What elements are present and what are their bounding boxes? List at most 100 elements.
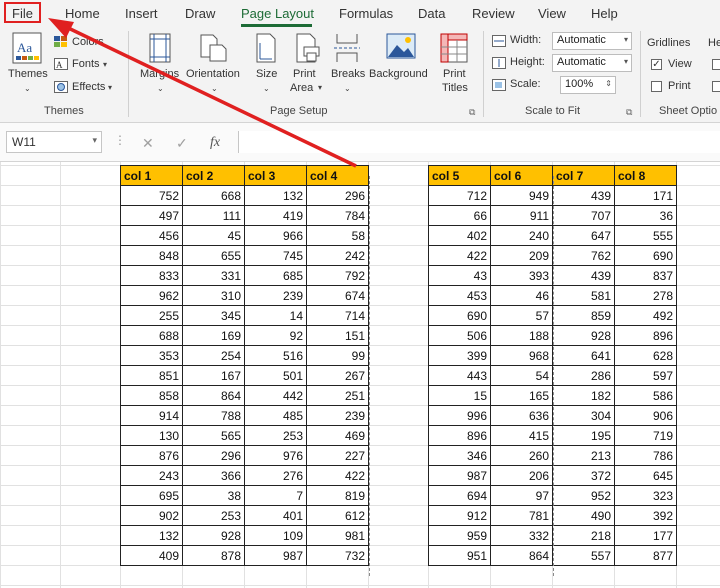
table-cell[interactable]: 959 — [428, 525, 491, 546]
table-cell[interactable]: 732 — [306, 545, 369, 566]
formula-input[interactable] — [238, 131, 720, 153]
table-cell[interactable]: 132 — [120, 525, 183, 546]
table-cell[interactable]: 469 — [306, 425, 369, 446]
table-cell[interactable]: 612 — [306, 505, 369, 526]
table-cell[interactable]: 111 — [182, 205, 245, 226]
table-cell[interactable]: 304 — [552, 405, 615, 426]
table-cell[interactable]: 712 — [428, 185, 491, 206]
table-cell[interactable]: 422 — [306, 465, 369, 486]
tab-data[interactable]: Data — [418, 6, 445, 21]
table-cell[interactable]: 167 — [182, 365, 245, 386]
table-cell[interactable]: 206 — [490, 465, 553, 486]
table-cell[interactable]: 331 — [182, 265, 245, 286]
table-cell[interactable]: 565 — [182, 425, 245, 446]
table-cell[interactable]: 555 — [614, 225, 677, 246]
table-cell[interactable]: 864 — [490, 545, 553, 566]
enter-icon[interactable]: ✓ — [176, 135, 188, 152]
tab-home[interactable]: Home — [65, 6, 100, 21]
table-cell[interactable]: 996 — [428, 405, 491, 426]
column-header[interactable]: col 6 — [490, 165, 553, 186]
table-cell[interactable]: 745 — [244, 245, 307, 266]
table-cell[interactable]: 177 — [614, 525, 677, 546]
table-cell[interactable]: 647 — [552, 225, 615, 246]
table-cell[interactable]: 43 — [428, 265, 491, 286]
table-cell[interactable]: 928 — [182, 525, 245, 546]
table-cell[interactable]: 439 — [552, 185, 615, 206]
table-cell[interactable]: 401 — [244, 505, 307, 526]
table-cell[interactable]: 837 — [614, 265, 677, 286]
table-cell[interactable]: 402 — [428, 225, 491, 246]
tab-formulas[interactable]: Formulas — [339, 6, 393, 21]
table-cell[interactable]: 195 — [552, 425, 615, 446]
table-cell[interactable]: 586 — [614, 385, 677, 406]
table-cell[interactable]: 353 — [120, 345, 183, 366]
table-cell[interactable]: 399 — [428, 345, 491, 366]
table-cell[interactable]: 442 — [244, 385, 307, 406]
table-cell[interactable]: 14 — [244, 305, 307, 326]
table-cell[interactable]: 213 — [552, 445, 615, 466]
table-cell[interactable]: 914 — [120, 405, 183, 426]
table-cell[interactable]: 254 — [182, 345, 245, 366]
table-cell[interactable]: 878 — [182, 545, 245, 566]
table-cell[interactable]: 278 — [614, 285, 677, 306]
table-cell[interactable]: 896 — [428, 425, 491, 446]
table-cell[interactable]: 858 — [120, 385, 183, 406]
table-cell[interactable]: 859 — [552, 305, 615, 326]
table-cell[interactable]: 332 — [490, 525, 553, 546]
column-header[interactable]: col 7 — [552, 165, 615, 186]
table-cell[interactable]: 762 — [552, 245, 615, 266]
width-select[interactable]: Automatic ▾ — [552, 32, 632, 50]
table-cell[interactable]: 987 — [244, 545, 307, 566]
table-cell[interactable]: 792 — [306, 265, 369, 286]
table-cell[interactable]: 506 — [428, 325, 491, 346]
table-cell[interactable]: 99 — [306, 345, 369, 366]
column-header[interactable]: col 8 — [614, 165, 677, 186]
column-header[interactable]: col 3 — [244, 165, 307, 186]
table-cell[interactable]: 242 — [306, 245, 369, 266]
table-cell[interactable]: 714 — [306, 305, 369, 326]
table-cell[interactable]: 286 — [552, 365, 615, 386]
chevron-down-icon[interactable]: ▾ — [92, 135, 97, 146]
table-cell[interactable]: 981 — [306, 525, 369, 546]
table-cell[interactable]: 54 — [490, 365, 553, 386]
table-cell[interactable]: 786 — [614, 445, 677, 466]
table-cell[interactable]: 253 — [182, 505, 245, 526]
page-setup-launcher-icon[interactable]: ⧉ — [469, 107, 475, 118]
insert-function-icon[interactable]: fx — [210, 135, 220, 151]
table-cell[interactable]: 876 — [120, 445, 183, 466]
table-cell[interactable]: 896 — [614, 325, 677, 346]
table-cell[interactable]: 409 — [120, 545, 183, 566]
table-cell[interactable]: 668 — [182, 185, 245, 206]
table-cell[interactable]: 276 — [244, 465, 307, 486]
tab-page-layout[interactable]: Page Layout — [241, 6, 314, 21]
table-cell[interactable]: 987 — [428, 465, 491, 486]
table-cell[interactable]: 66 — [428, 205, 491, 226]
table-cell[interactable]: 227 — [306, 445, 369, 466]
table-cell[interactable]: 323 — [614, 485, 677, 506]
table-cell[interactable]: 296 — [306, 185, 369, 206]
table-cell[interactable]: 968 — [490, 345, 553, 366]
table-cell[interactable]: 864 — [182, 385, 245, 406]
scale-spinner[interactable]: 100% ⇕ — [560, 76, 616, 94]
table-cell[interactable]: 310 — [182, 285, 245, 306]
table-cell[interactable]: 949 — [490, 185, 553, 206]
table-cell[interactable]: 685 — [244, 265, 307, 286]
table-cell[interactable]: 130 — [120, 425, 183, 446]
table-cell[interactable]: 240 — [490, 225, 553, 246]
table-cell[interactable]: 492 — [614, 305, 677, 326]
tab-insert[interactable]: Insert — [125, 6, 158, 21]
table-cell[interactable]: 690 — [614, 245, 677, 266]
table-cell[interactable]: 109 — [244, 525, 307, 546]
table-cell[interactable]: 951 — [428, 545, 491, 566]
table-cell[interactable]: 641 — [552, 345, 615, 366]
table-cell[interactable]: 239 — [306, 405, 369, 426]
table-cell[interactable]: 557 — [552, 545, 615, 566]
table-cell[interactable]: 151 — [306, 325, 369, 346]
table-cell[interactable]: 906 — [614, 405, 677, 426]
table-cell[interactable]: 58 — [306, 225, 369, 246]
table-cell[interactable]: 851 — [120, 365, 183, 386]
table-cell[interactable]: 674 — [306, 285, 369, 306]
table-cell[interactable]: 439 — [552, 265, 615, 286]
table-cell[interactable]: 597 — [614, 365, 677, 386]
table-cell[interactable]: 752 — [120, 185, 183, 206]
